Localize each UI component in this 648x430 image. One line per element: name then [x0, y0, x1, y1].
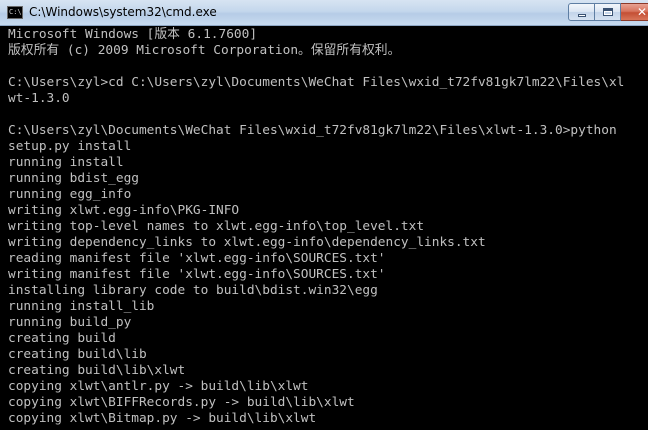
console-line: writing top-level names to xlwt.egg-info…	[8, 219, 425, 234]
console-line: copying xlwt\Bitmap.py -> build\lib\xlwt	[8, 411, 317, 426]
window-title: C:\Windows\system32\cmd.exe	[29, 5, 217, 19]
console-line: 版权所有 (c) 2009 Microsoft Corporation。保留所有…	[8, 43, 401, 58]
console-line: running install	[8, 155, 124, 170]
console-line: Microsoft Windows [版本 6.1.7600]	[8, 27, 258, 42]
close-button[interactable]: ✕	[621, 3, 648, 21]
console-line: wt-1.3.0	[8, 91, 70, 106]
cmd-window: C:\ C:\Windows\system32\cmd.exe ✕ Micros…	[0, 0, 648, 430]
console-line: running egg_info	[8, 187, 132, 202]
console-output[interactable]: Microsoft Windows [版本 6.1.7600] 版权所有 (c) …	[8, 26, 648, 430]
console-line: reading manifest file 'xlwt.egg-info\SOU…	[8, 251, 386, 266]
maximize-button[interactable]	[595, 3, 621, 21]
console-app-icon[interactable]: C:\	[7, 6, 23, 19]
console-line: setup.py install	[8, 139, 132, 154]
console-line: creating build\lib\xlwt	[8, 363, 186, 378]
minimize-icon	[578, 14, 586, 17]
console-line: writing xlwt.egg-info\PKG-INFO	[8, 203, 240, 218]
console-line: writing manifest file 'xlwt.egg-info\SOU…	[8, 267, 386, 282]
console-line: installing library code to build\bdist.w…	[8, 283, 378, 298]
minimize-button[interactable]	[568, 3, 595, 21]
console-line: writing dependency_links to xlwt.egg-inf…	[8, 235, 486, 250]
close-icon: ✕	[636, 5, 648, 19]
console-line: running bdist_egg	[8, 171, 139, 186]
console-line: copying xlwt\antlr.py -> build\lib\xlwt	[8, 379, 309, 394]
console-line: copying xlwt\BIFFRecords.py -> build\lib…	[8, 395, 355, 410]
maximize-icon	[603, 8, 613, 16]
console-line: C:\Users\zyl\Documents\WeChat Files\wxid…	[8, 123, 617, 138]
console-line: running install_lib	[8, 299, 155, 314]
caption-buttons: ✕	[568, 3, 648, 21]
console-line: running build_py	[8, 315, 132, 330]
console-line: creating build\lib	[8, 347, 147, 362]
console-line: creating build	[8, 331, 116, 346]
title-bar[interactable]: C:\ C:\Windows\system32\cmd.exe ✕	[0, 0, 648, 26]
console-line: C:\Users\zyl>cd C:\Users\zyl\Documents\W…	[8, 75, 625, 90]
